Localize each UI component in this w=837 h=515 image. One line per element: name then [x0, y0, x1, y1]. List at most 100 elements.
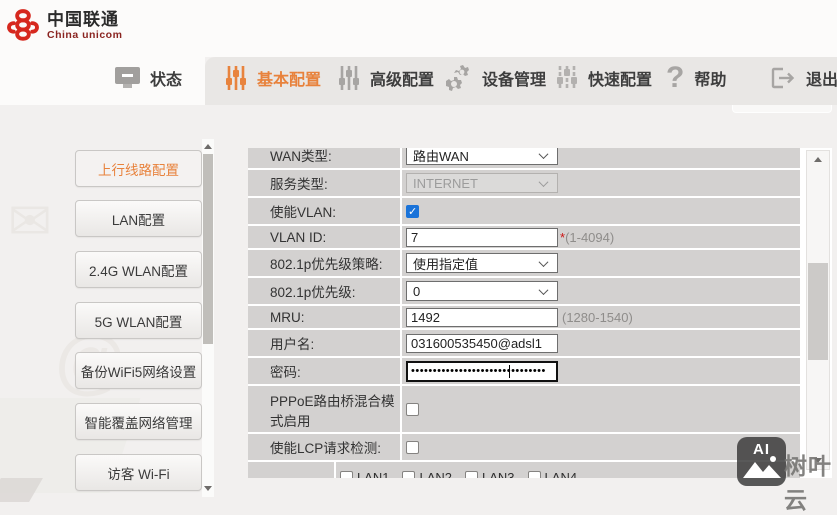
sidebar-item-label: 智能覆盖网络管理 — [84, 415, 193, 431]
binding-option[interactable]: LAN1 — [339, 470, 390, 478]
mru-input[interactable] — [406, 307, 558, 327]
checkbox-label: LAN1 — [356, 470, 390, 478]
form-row-wan-type: WAN类型: 路由WAN — [248, 148, 800, 170]
nav-item-status[interactable]: 状态 — [115, 60, 182, 96]
wan-config-form: WAN类型: 路由WAN 服务类型: INTERNET 使能VLAN: ✓ VL… — [248, 148, 800, 478]
sidebar-scrollbar-thumb[interactable] — [203, 154, 213, 344]
field-label: 使能LCP请求检测: — [248, 434, 402, 460]
lan3-checkbox[interactable] — [465, 471, 479, 478]
sidebar-item-guest-wifi[interactable]: 访客 Wi-Fi — [75, 454, 202, 491]
field-label: 绑定项: — [248, 462, 336, 478]
lan2-checkbox[interactable] — [402, 471, 416, 478]
password-input[interactable]: ••••••••••••••••••••••••••••••• — [406, 360, 558, 382]
sidebar-scroll-up-icon[interactable] — [204, 144, 212, 149]
content-scroll-up-icon[interactable] — [814, 157, 822, 162]
lan1-checkbox[interactable] — [339, 471, 353, 478]
field-label: PPPoE路由桥混合模式启用 — [248, 386, 402, 432]
brand-name-en: China unicom — [47, 29, 123, 42]
nav-label: 设备管理 — [482, 72, 547, 89]
sidebar-item-label: 2.4G WLAN配置 — [88, 263, 189, 279]
nav-label: 退出 — [806, 72, 837, 89]
field-label: 802.1p优先级策略: — [248, 250, 402, 276]
field-label: 服务类型: — [248, 170, 402, 196]
envelope-decoration: ✉ — [8, 193, 52, 251]
nav-label: 高级配置 — [370, 72, 435, 89]
text-caret — [508, 364, 510, 378]
lan4-checkbox[interactable] — [527, 471, 541, 478]
select-value: 路由WAN — [413, 148, 469, 164]
sidebar-scroll-down-icon[interactable] — [204, 486, 212, 491]
form-row-enable-vlan: 使能VLAN: — [248, 198, 800, 226]
priority-policy-select[interactable]: 使用指定值 — [406, 253, 558, 273]
sidebar-item-label: 访客 Wi-Fi — [107, 466, 170, 482]
sliders-icon — [557, 66, 577, 90]
service-type-select: INTERNET — [406, 173, 558, 193]
monitor-icon — [115, 67, 140, 89]
sidebar-item-uplink-config[interactable]: 上行线路配置 — [75, 150, 202, 187]
nav-item-logout[interactable]: 退出 — [770, 60, 837, 96]
priority-select[interactable]: 0 — [406, 281, 558, 301]
sidebar-item-label: LAN配置 — [111, 212, 166, 228]
logout-icon — [771, 67, 795, 89]
chevron-down-icon — [538, 284, 549, 295]
form-row-8021p-priority: 802.1p优先级: 0 — [248, 278, 800, 306]
select-value: INTERNET — [413, 175, 478, 191]
sidebar-item-label: 备份WiFi5网络设置 — [80, 364, 197, 380]
sliders-icon — [226, 66, 246, 90]
form-row-lcp-detect: 使能LCP请求检测: — [248, 434, 800, 462]
sidebar-item-lan-config[interactable]: LAN配置 — [75, 200, 202, 237]
nav-label: 状态 — [150, 72, 183, 89]
field-label: WAN类型: — [248, 148, 402, 168]
lcp-detect-checkbox[interactable] — [406, 440, 419, 454]
form-row-binding: 绑定项: LAN1 LAN2 LAN3 LAN4 SSID1 SSID2 SSI… — [248, 462, 800, 478]
vlan-id-input[interactable] — [406, 227, 558, 247]
wan-type-select[interactable]: 路由WAN — [406, 148, 558, 165]
watermark-label: 树叶云 — [784, 453, 832, 513]
binding-option[interactable]: LAN4 — [527, 470, 578, 478]
nav-item-quick-config[interactable]: 快速配置 — [556, 60, 652, 96]
form-row-vlan-id: VLAN ID: * (1-4094) — [248, 226, 800, 250]
field-label: 密码: — [248, 358, 402, 384]
pppoe-bridge-checkbox[interactable] — [406, 402, 419, 416]
ai-image-watermark: AI — [737, 437, 786, 486]
checkbox-label: LAN2 — [419, 470, 453, 478]
password-dots: ••••••••••••••••••••••••••••••• — [411, 364, 546, 377]
binding-option[interactable]: LAN3 — [465, 470, 515, 478]
nav-label: 基本配置 — [257, 72, 322, 89]
content-scrollbar-thumb[interactable] — [808, 263, 828, 360]
mountains-icon — [742, 456, 781, 478]
nav-item-advanced-config[interactable]: 高级配置 — [338, 60, 434, 96]
question-icon: ? — [666, 61, 685, 94]
form-row-username: 用户名: — [248, 330, 800, 358]
binding-option[interactable]: LAN2 — [402, 470, 452, 478]
field-label: VLAN ID: — [248, 226, 402, 248]
sidebar-item-label: 5G WLAN配置 — [94, 314, 183, 330]
nav-item-device-management[interactable]: 设备管理 — [444, 60, 546, 96]
chevron-down-icon — [538, 176, 549, 187]
username-input[interactable] — [406, 333, 558, 353]
nav-label: 快速配置 — [588, 72, 653, 89]
form-row-service-type: 服务类型: INTERNET — [248, 170, 800, 198]
sidebar-item-2g4-wlan-config[interactable]: 2.4G WLAN配置 — [75, 251, 202, 288]
chevron-down-icon — [538, 148, 549, 159]
brand-name-cn: 中国联通 — [47, 9, 119, 29]
sidebar-item-label: 上行线路配置 — [98, 162, 179, 178]
chevron-down-icon — [538, 256, 549, 267]
checkbox-label: LAN4 — [544, 470, 578, 478]
lan-binding-line: LAN1 LAN2 LAN3 LAN4 — [339, 470, 800, 478]
sidebar-item-backup-wifi5[interactable]: 备份WiFi5网络设置 — [75, 352, 202, 389]
enable-vlan-checkbox[interactable] — [406, 204, 419, 218]
unicom-knot-icon — [7, 9, 39, 41]
form-row-8021p-policy: 802.1p优先级策略: 使用指定值 — [248, 250, 800, 278]
sidebar-item-smart-coverage[interactable]: 智能覆盖网络管理 — [75, 403, 202, 440]
field-label: 用户名: — [248, 330, 402, 356]
sliders-icon — [339, 66, 359, 90]
field-label: 802.1p优先级: — [248, 278, 402, 304]
nav-label: 帮助 — [694, 72, 727, 89]
nav-item-help[interactable]: ? 帮助 — [666, 60, 726, 96]
china-unicom-logo: 中国联通 China unicom — [6, 7, 122, 45]
select-value: 0 — [413, 283, 421, 299]
checkbox-label: LAN3 — [482, 470, 515, 478]
sidebar-item-5g-wlan-config[interactable]: 5G WLAN配置 — [75, 302, 202, 339]
nav-item-basic-config[interactable]: 基本配置 — [225, 60, 321, 96]
